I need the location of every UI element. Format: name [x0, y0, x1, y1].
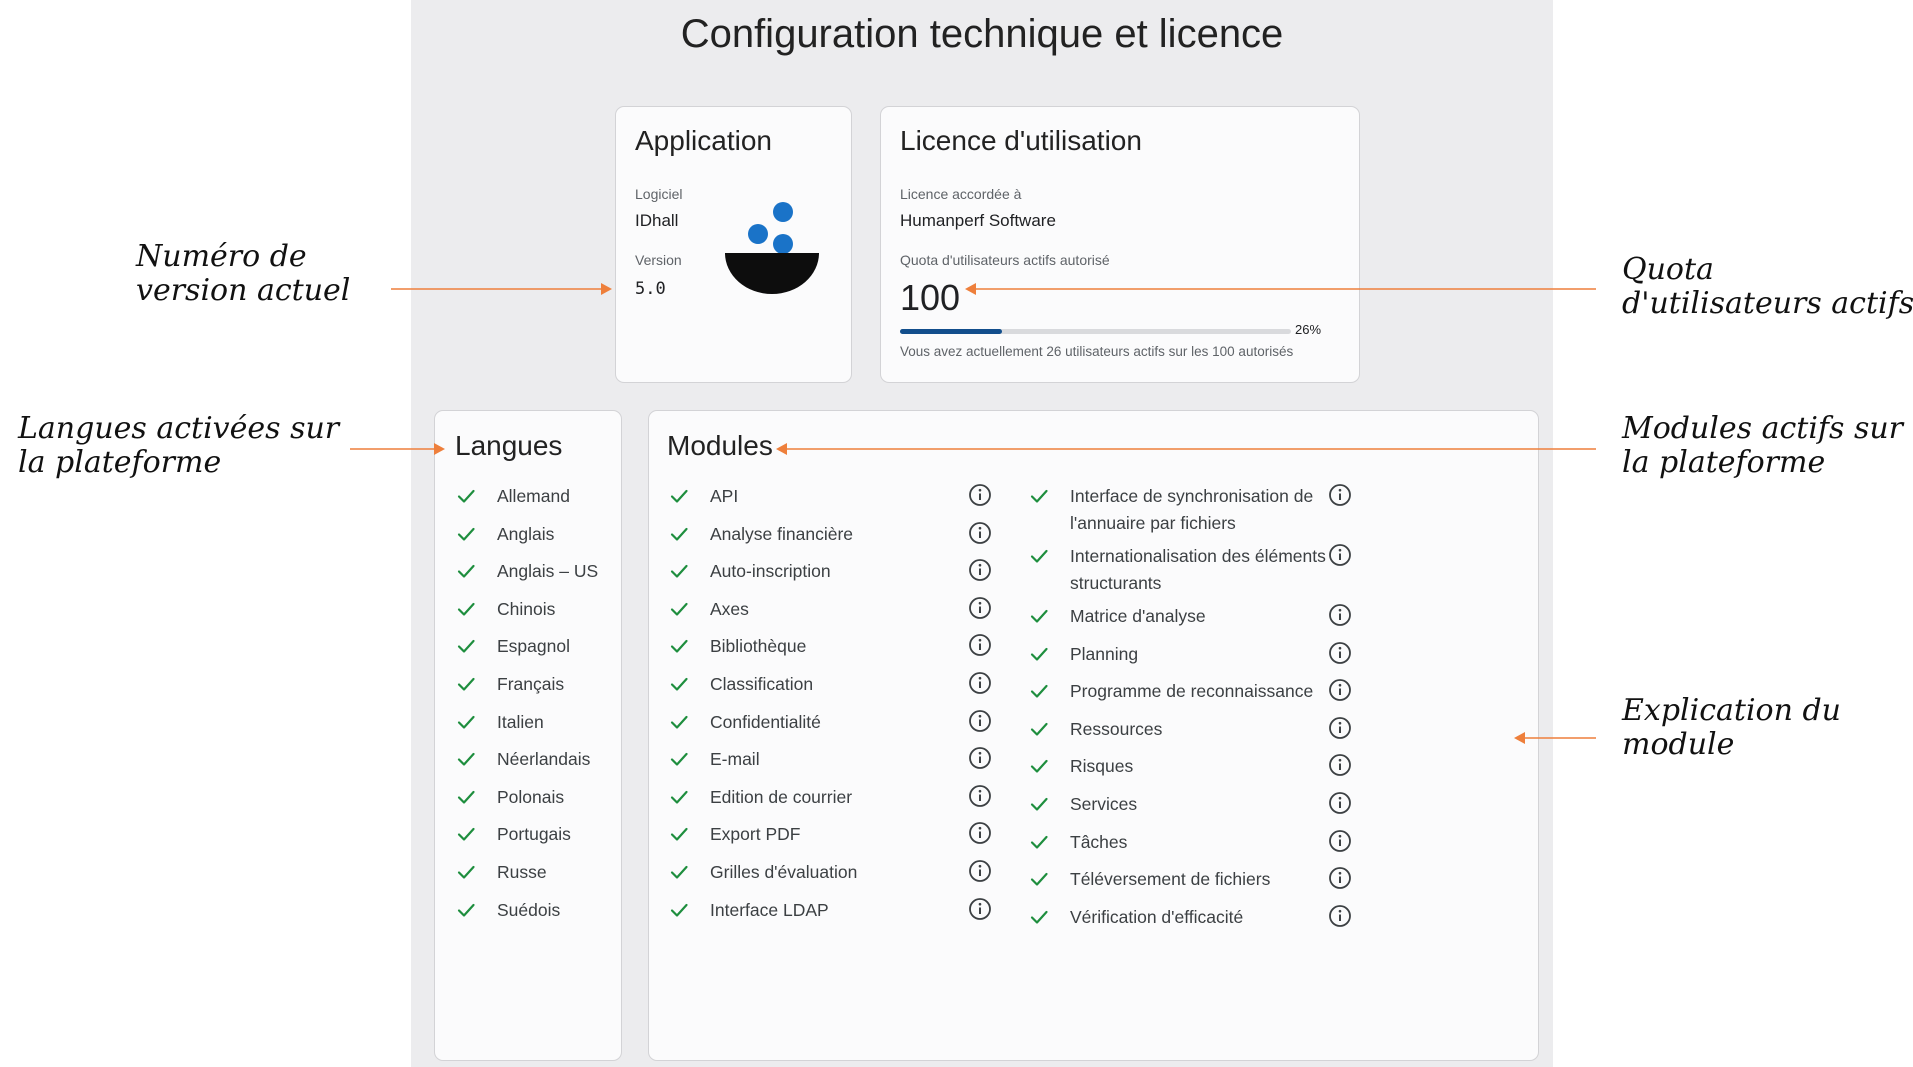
annotation-arrows: [350, 283, 1596, 744]
